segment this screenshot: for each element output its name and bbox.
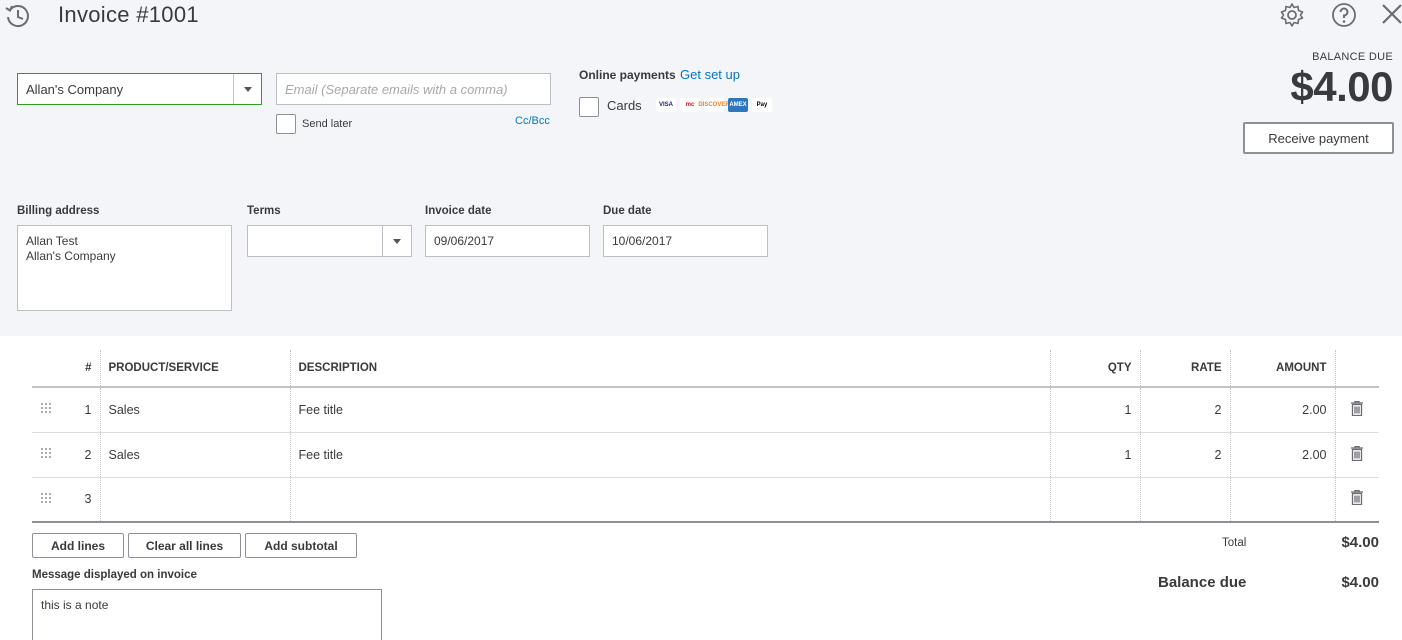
- row-product[interactable]: [99, 477, 290, 523]
- drag-handle-icon[interactable]: [32, 432, 60, 478]
- row-description[interactable]: [289, 477, 1050, 523]
- cc-bcc-link[interactable]: Cc/Bcc: [515, 115, 550, 127]
- due-date-label: Due date: [603, 205, 652, 217]
- row-number: 3: [60, 477, 100, 523]
- customer-select[interactable]: Allan's Company: [17, 73, 262, 105]
- total-label: Total: [1222, 537, 1247, 549]
- balance-due-label: BALANCE DUE: [1312, 51, 1393, 63]
- balance-due-summary-value: $4.00: [1341, 574, 1379, 591]
- message-label: Message displayed on invoice: [32, 569, 197, 581]
- column-header-rate: RATE: [1139, 350, 1230, 388]
- terms-label: Terms: [247, 205, 281, 217]
- chevron-down-icon[interactable]: [382, 226, 411, 256]
- row-qty[interactable]: [1049, 477, 1140, 523]
- trash-icon[interactable]: [1334, 432, 1379, 478]
- email-input[interactable]: [276, 73, 551, 105]
- table-row[interactable]: 2 Sales Fee title 1 2 2.00: [32, 432, 1379, 478]
- invoice-date-field[interactable]: 09/06/2017: [425, 225, 590, 257]
- row-product[interactable]: Sales: [99, 387, 290, 433]
- column-header-amount: AMOUNT: [1229, 350, 1335, 388]
- send-later-checkbox[interactable]: [276, 114, 296, 134]
- row-amount[interactable]: 2.00: [1229, 432, 1335, 478]
- table-row[interactable]: 3: [32, 477, 1379, 523]
- trash-icon[interactable]: [1334, 477, 1379, 523]
- due-date-field[interactable]: 10/06/2017: [603, 225, 768, 257]
- online-payments-label: Online payments: [579, 68, 676, 82]
- clear-all-lines-button[interactable]: Clear all lines: [128, 533, 241, 558]
- billing-address-label: Billing address: [17, 205, 100, 217]
- cards-label: Cards: [607, 98, 642, 113]
- gear-icon[interactable]: [1278, 1, 1306, 29]
- column-header-product: PRODUCT/SERVICE: [99, 350, 290, 388]
- cards-checkbox[interactable]: [579, 97, 599, 117]
- balance-due-summary-label: Balance due: [1158, 574, 1247, 591]
- delete-column-header: [1334, 350, 1379, 388]
- add-lines-button[interactable]: Add lines: [32, 533, 124, 558]
- billing-line-1: Allan Test: [26, 234, 78, 248]
- row-rate[interactable]: 2: [1139, 387, 1230, 433]
- line-items-table: # PRODUCT/SERVICE DESCRIPTION QTY RATE A…: [32, 350, 1379, 523]
- column-header-number: #: [60, 350, 100, 388]
- row-rate[interactable]: [1139, 477, 1230, 523]
- recent-history-icon[interactable]: [4, 2, 32, 30]
- terms-value: [248, 226, 382, 256]
- card-logos: VISA mc DISCOVER AMEX Pay: [656, 98, 772, 112]
- row-qty[interactable]: 1: [1049, 387, 1140, 433]
- card-logo-amex-icon: AMEX: [728, 98, 748, 112]
- table-row[interactable]: 1 Sales Fee title 1 2 2.00: [32, 387, 1379, 433]
- message-field[interactable]: this is a note: [32, 589, 382, 640]
- column-header-description: DESCRIPTION: [289, 350, 1050, 388]
- drag-column-header: [32, 350, 60, 388]
- billing-line-2: Allan's Company: [26, 249, 116, 263]
- send-later-label: Send later: [302, 118, 353, 130]
- row-number: 1: [60, 387, 100, 433]
- receive-payment-button[interactable]: Receive payment: [1243, 122, 1394, 154]
- card-logo-mc-icon: mc: [680, 98, 700, 112]
- trash-icon[interactable]: [1334, 387, 1379, 433]
- table-header-row: # PRODUCT/SERVICE DESCRIPTION QTY RATE A…: [32, 350, 1379, 388]
- row-description[interactable]: Fee title: [289, 432, 1050, 478]
- total-value: $4.00: [1341, 534, 1379, 551]
- invoice-date-label: Invoice date: [425, 205, 492, 217]
- row-qty[interactable]: 1: [1049, 432, 1140, 478]
- drag-handle-icon[interactable]: [32, 477, 60, 523]
- row-number: 2: [60, 432, 100, 478]
- row-product[interactable]: Sales: [99, 432, 290, 478]
- row-amount[interactable]: [1229, 477, 1335, 523]
- row-description[interactable]: Fee title: [289, 387, 1050, 433]
- close-icon[interactable]: [1380, 2, 1402, 26]
- card-logo-pay-icon: Pay: [752, 98, 772, 112]
- drag-handle-icon[interactable]: [32, 387, 60, 433]
- row-rate[interactable]: 2: [1139, 432, 1230, 478]
- add-subtotal-button[interactable]: Add subtotal: [245, 533, 357, 558]
- help-icon[interactable]: [1330, 1, 1358, 29]
- column-header-qty: QTY: [1049, 350, 1140, 388]
- row-amount[interactable]: 2.00: [1229, 387, 1335, 433]
- page-title: Invoice #1001: [58, 2, 199, 27]
- terms-select[interactable]: [247, 225, 412, 257]
- customer-select-value: Allan's Company: [26, 81, 124, 97]
- card-logo-discover-icon: DISCOVER: [698, 98, 730, 112]
- chevron-down-icon[interactable]: [233, 74, 261, 104]
- card-logo-visa-icon: VISA: [656, 98, 676, 112]
- billing-address-field[interactable]: Allan Test Allan's Company: [17, 225, 232, 311]
- balance-due-amount: $4.00: [1290, 63, 1393, 110]
- get-set-up-link[interactable]: Get set up: [680, 67, 740, 82]
